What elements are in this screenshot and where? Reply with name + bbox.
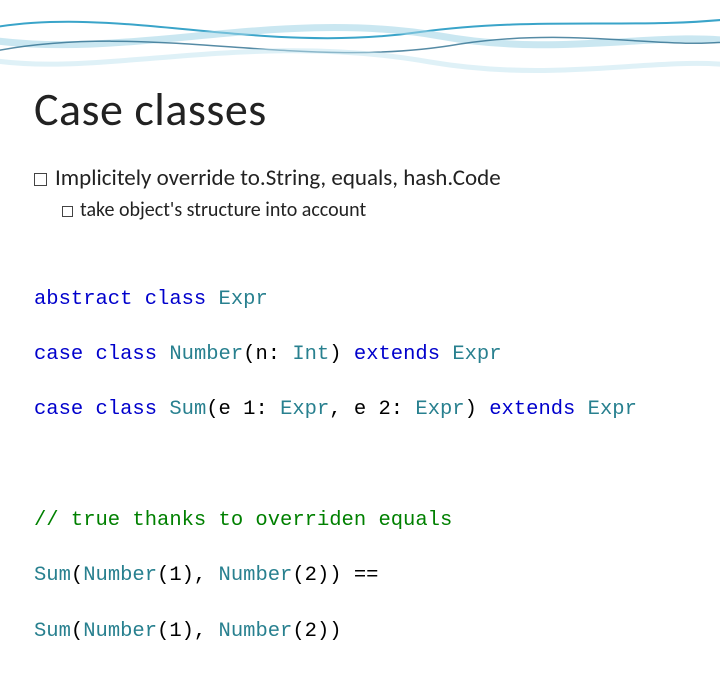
code-line: case class Sum(e 1: Expr, e 2: Expr) ext… <box>34 396 637 424</box>
code-line: abstract class Expr <box>34 286 637 314</box>
code-block: abstract class Expr case class Number(n:… <box>34 258 637 673</box>
bullet-list: Implicitely override to.String, equals, … <box>34 164 674 222</box>
decorative-wave <box>0 0 720 90</box>
code-line: Sum(Number(1), Number(2)) <box>34 618 637 646</box>
square-bullet-icon <box>34 173 47 186</box>
bullet-text: Implicitely override to.String, equals, … <box>55 164 501 192</box>
bullet-level-1: Implicitely override to.String, equals, … <box>34 164 674 192</box>
bullet-text: take object's structure into account <box>80 198 366 222</box>
code-line: // true thanks to overriden equals <box>34 507 637 535</box>
bullet-level-2: take object's structure into account <box>62 198 674 222</box>
square-bullet-icon <box>62 206 73 217</box>
code-line-blank <box>34 452 637 480</box>
slide-title: Case classes <box>34 82 267 138</box>
code-line: Sum(Number(1), Number(2)) == <box>34 562 637 590</box>
code-line: case class Number(n: Int) extends Expr <box>34 341 637 369</box>
